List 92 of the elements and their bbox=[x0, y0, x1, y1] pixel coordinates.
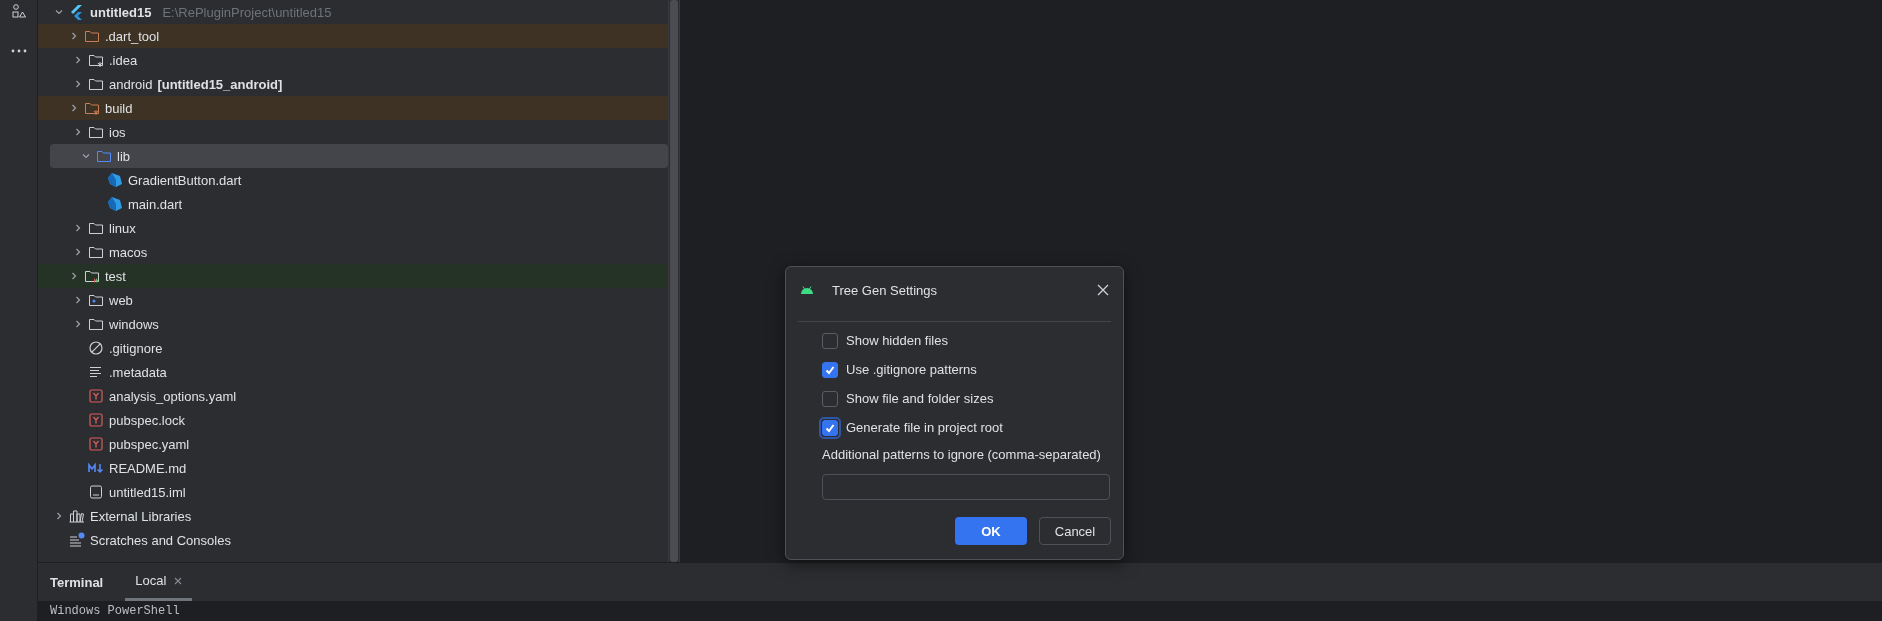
tree-row[interactable]: untitled15.iml bbox=[42, 480, 668, 504]
tree-row[interactable]: .gitignore bbox=[42, 336, 668, 360]
file-name: pubspec.yaml bbox=[109, 436, 190, 452]
file-name: README.md bbox=[109, 460, 187, 476]
file-name: .gitignore bbox=[109, 340, 163, 356]
panel-title: Terminal bbox=[50, 574, 104, 590]
input-field[interactable] bbox=[822, 474, 1110, 500]
yaml-file-icon bbox=[88, 388, 104, 404]
scratches-icon bbox=[69, 532, 85, 548]
tree-row[interactable]: README.md bbox=[42, 456, 668, 480]
chevron-icon[interactable] bbox=[73, 55, 83, 65]
chevron-icon[interactable] bbox=[54, 511, 64, 521]
file-name: .metadata bbox=[109, 364, 167, 380]
ok-button[interactable]: OK bbox=[955, 517, 1027, 545]
yaml-file-icon bbox=[88, 436, 104, 452]
tree-row[interactable]: web bbox=[42, 288, 668, 312]
file-name: build bbox=[105, 100, 133, 116]
chevron-icon[interactable] bbox=[73, 223, 83, 233]
close-icon[interactable] bbox=[1097, 284, 1109, 296]
checkbox-label: Use .gitignore patterns bbox=[846, 362, 977, 377]
project-path: E:\RePluginProject\untitled15 bbox=[162, 4, 332, 20]
chevron-icon[interactable] bbox=[69, 271, 79, 281]
checkbox[interactable] bbox=[822, 390, 838, 407]
field-label: Additional patterns to ignore (comma-separated) bbox=[822, 447, 1102, 462]
chevron-icon[interactable] bbox=[73, 319, 83, 329]
close-icon[interactable] bbox=[174, 576, 183, 585]
dialog-title: Tree Gen Settings bbox=[832, 282, 938, 298]
tree-row[interactable]: test bbox=[38, 264, 668, 288]
tree-row[interactable]: .idea bbox=[42, 48, 668, 72]
file-name: untitled15.iml bbox=[109, 484, 186, 500]
file-name: test bbox=[105, 268, 126, 284]
android-icon bbox=[800, 286, 814, 294]
file-name: main.dart bbox=[128, 196, 183, 212]
file-name: macos bbox=[109, 244, 148, 260]
chevron-icon[interactable] bbox=[73, 127, 83, 137]
checkbox-label: Show file and folder sizes bbox=[846, 391, 994, 406]
tree-row[interactable]: GradientButton.dart bbox=[42, 168, 668, 192]
tree-row[interactable]: android [untitled15_android] bbox=[42, 72, 668, 96]
module-name: [untitled15_android] bbox=[157, 76, 283, 92]
text-file-icon bbox=[88, 364, 104, 380]
checkbox[interactable] bbox=[822, 332, 838, 349]
tree-row[interactable]: build bbox=[38, 96, 668, 120]
file-name: windows bbox=[109, 316, 159, 332]
chevron-icon[interactable] bbox=[73, 295, 83, 305]
tree-row[interactable]: main.dart bbox=[42, 192, 668, 216]
tree-row[interactable]: Scratches and Consoles bbox=[42, 528, 668, 552]
checkbox[interactable] bbox=[822, 361, 838, 378]
chevron-icon[interactable] bbox=[73, 79, 83, 89]
shapes-icon[interactable] bbox=[10, 4, 27, 20]
cancel-button[interactable]: Cancel bbox=[1039, 517, 1111, 545]
checkbox-label: Show hidden files bbox=[846, 333, 948, 348]
chevron-down-icon[interactable] bbox=[54, 7, 64, 17]
ignore-file-icon bbox=[88, 340, 104, 356]
dart-file-icon bbox=[107, 196, 123, 212]
module-file-icon bbox=[88, 484, 104, 500]
tree-row[interactable]: analysis_options.yaml bbox=[42, 384, 668, 408]
chevron-icon[interactable] bbox=[69, 31, 79, 41]
file-name: GradientButton.dart bbox=[128, 172, 242, 188]
file-name: ios bbox=[109, 124, 126, 140]
markdown-file-icon bbox=[88, 460, 104, 476]
file-name: .idea bbox=[109, 52, 138, 68]
chevron-icon[interactable] bbox=[69, 103, 79, 113]
terminal-output: Windows PowerShell bbox=[50, 604, 180, 618]
tree-row[interactable]: lib bbox=[50, 144, 668, 168]
tree-row[interactable]: External Libraries bbox=[42, 504, 668, 528]
scrollbar-thumb[interactable] bbox=[670, 0, 678, 562]
file-name: android bbox=[109, 76, 153, 92]
chevron-icon[interactable] bbox=[73, 247, 83, 257]
file-name: .dart_tool bbox=[105, 28, 160, 44]
tree-row[interactable]: .metadata bbox=[42, 360, 668, 384]
tree-row[interactable]: .dart_tool bbox=[38, 24, 668, 48]
file-name: lib bbox=[117, 148, 130, 164]
more-icon[interactable] bbox=[10, 48, 27, 54]
file-name: analysis_options.yaml bbox=[109, 388, 237, 404]
file-name: External Libraries bbox=[90, 508, 192, 524]
checkbox-label: Generate file in project root bbox=[846, 420, 1003, 435]
file-name: pubspec.lock bbox=[109, 412, 185, 428]
yaml-file-icon bbox=[88, 412, 104, 428]
flutter-icon bbox=[69, 4, 85, 20]
chevron-icon[interactable] bbox=[81, 151, 91, 161]
file-name: linux bbox=[109, 220, 136, 236]
project-name[interactable]: untitled15 bbox=[90, 4, 152, 20]
file-name: web bbox=[109, 292, 133, 308]
tree-row[interactable]: pubspec.lock bbox=[42, 408, 668, 432]
file-name: Scratches and Consoles bbox=[90, 532, 231, 548]
library-icon bbox=[69, 508, 85, 524]
tree-row[interactable]: pubspec.yaml bbox=[42, 432, 668, 456]
tree-row[interactable]: linux bbox=[42, 216, 668, 240]
tree-row[interactable]: ios bbox=[42, 120, 668, 144]
tree-row[interactable]: macos bbox=[42, 240, 668, 264]
tree-row[interactable]: windows bbox=[42, 312, 668, 336]
dart-file-icon bbox=[107, 172, 123, 188]
